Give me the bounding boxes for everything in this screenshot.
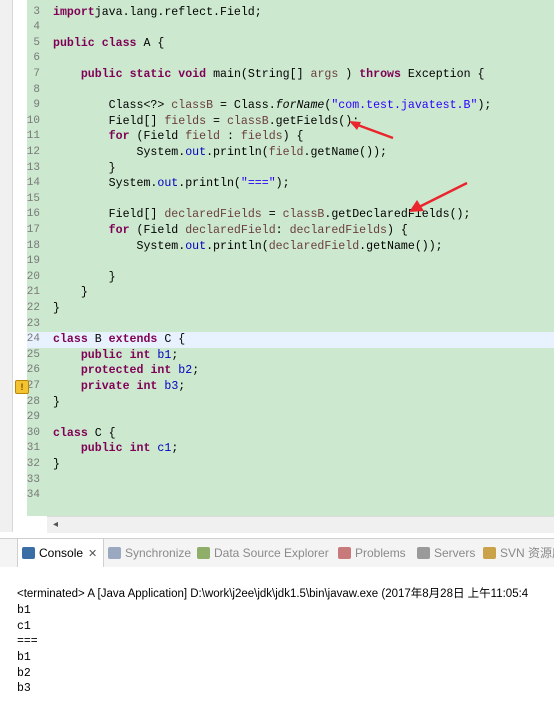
code-line[interactable]: for (Field declaredField: declaredFields… [53,223,408,239]
console-output-line: b1 [17,604,31,617]
console-output-line: b3 [17,682,31,695]
tab-console[interactable]: Console ✕ [17,539,105,567]
code-line[interactable]: public int c1; [53,441,178,457]
tab-data-source-explorer[interactable]: Data Source Explorer [197,539,329,567]
tab-svn-label: SVN 资源库 [500,546,554,560]
warning-icon[interactable]: ! [15,380,29,394]
tab-synchronize-label: Synchronize [125,546,192,560]
code-line[interactable]: public static void main(String[] args ) … [53,67,485,83]
line-number: 29 [26,411,40,424]
console-icon [22,547,35,559]
tab-synchronize[interactable]: Synchronize [108,539,191,567]
line-number: 16 [26,208,40,221]
line-number: 21 [26,286,40,299]
line-number: 15 [26,192,40,205]
line-number: 30 [26,426,40,439]
code-line[interactable]: protected int b2; [53,363,199,379]
annotation-arrow-getfields [349,121,394,140]
console-output-line: b1 [17,651,31,664]
code-line[interactable]: Class<?> classB = Class.forName("com.tes… [53,98,492,114]
line-number: 26 [26,364,40,377]
line-number: 5 [33,36,40,49]
tab-servers-label: Servers [434,546,476,560]
code-line[interactable]: System.out.println(field.getName()); [53,145,387,161]
line-number: 25 [26,348,40,361]
line-number: 32 [26,457,40,470]
code-line[interactable]: } [53,395,60,411]
line-number: 17 [26,223,40,236]
code-line[interactable]: } [53,301,60,317]
line-number: 3 [33,5,40,18]
editor-left-margin [0,0,13,532]
code-line[interactable]: System.out.println(declaredField.getName… [53,239,442,255]
code-line[interactable]: } [53,457,60,473]
line-number: 34 [26,489,40,502]
line-number: 4 [33,21,40,34]
code-line[interactable]: class B extends C { [53,332,185,348]
code-line[interactable]: } [53,285,88,301]
line-number: 20 [26,270,40,283]
code-line[interactable]: for (Field field : fields) { [53,129,304,145]
tab-data-source-label: Data Source Explorer [214,546,329,560]
line-number: 31 [26,442,40,455]
line-number: 24 [26,333,40,346]
code-line[interactable]: importjava.lang.reflect.Field; [53,5,262,21]
console-output-line: b2 [17,667,31,680]
console-output-line: === [17,635,38,648]
terminated-status: <terminated> A [Java Application] D:\wor… [17,588,529,600]
annotation-arrow-getdeclaredfields [409,181,468,212]
servers-icon [417,547,430,559]
close-icon[interactable]: ✕ [88,548,97,560]
line-number: 11 [26,130,40,143]
code-line[interactable]: private int b3; [53,379,185,395]
line-number: 23 [26,317,40,330]
tab-problems[interactable]: Problems [338,539,406,567]
line-number: 18 [26,239,40,252]
line-number: 6 [33,52,40,65]
line-number: 19 [26,255,40,268]
scroll-left-icon[interactable]: ◂ [53,519,58,530]
line-number: 10 [26,114,40,127]
code-editor[interactable]: 3 importjava.lang.reflect.Field; 4 5 public … [0,0,554,533]
horizontal-scrollbar[interactable]: ◂ [47,516,554,533]
code-line[interactable]: System.out.println("==="); [53,176,290,192]
code-line[interactable]: public class A { [53,36,164,52]
line-number: 7 [33,67,40,80]
code-line[interactable]: class C { [53,426,116,442]
synchronize-icon [108,547,121,559]
tab-problems-label: Problems [355,546,406,560]
tab-console-label: Console [39,546,84,560]
problems-icon [338,547,351,559]
console-view[interactable]: <terminated> A [Java Application] D:\wor… [0,567,554,712]
code-line[interactable]: public int b1; [53,348,178,364]
console-output-line: c1 [17,620,31,633]
code-line[interactable]: Field[] fields = classB.getFields(); [53,114,360,130]
data-source-icon [197,547,210,559]
code-line[interactable]: } [53,161,116,177]
svn-icon [483,547,496,559]
code-line[interactable]: } [53,270,116,286]
line-number: 14 [26,177,40,190]
tab-servers[interactable]: Servers [417,539,475,567]
console-tab-bar: Console ✕ Synchronize Data Source Explore… [0,538,554,568]
line-number: 12 [26,145,40,158]
line-number: 33 [26,473,40,486]
line-number: 28 [26,395,40,408]
line-number: 22 [26,301,40,314]
tab-svn[interactable]: SVN 资源库 [483,539,554,567]
line-number: 8 [33,83,40,96]
line-number: 9 [33,99,40,112]
line-number: 13 [26,161,40,174]
